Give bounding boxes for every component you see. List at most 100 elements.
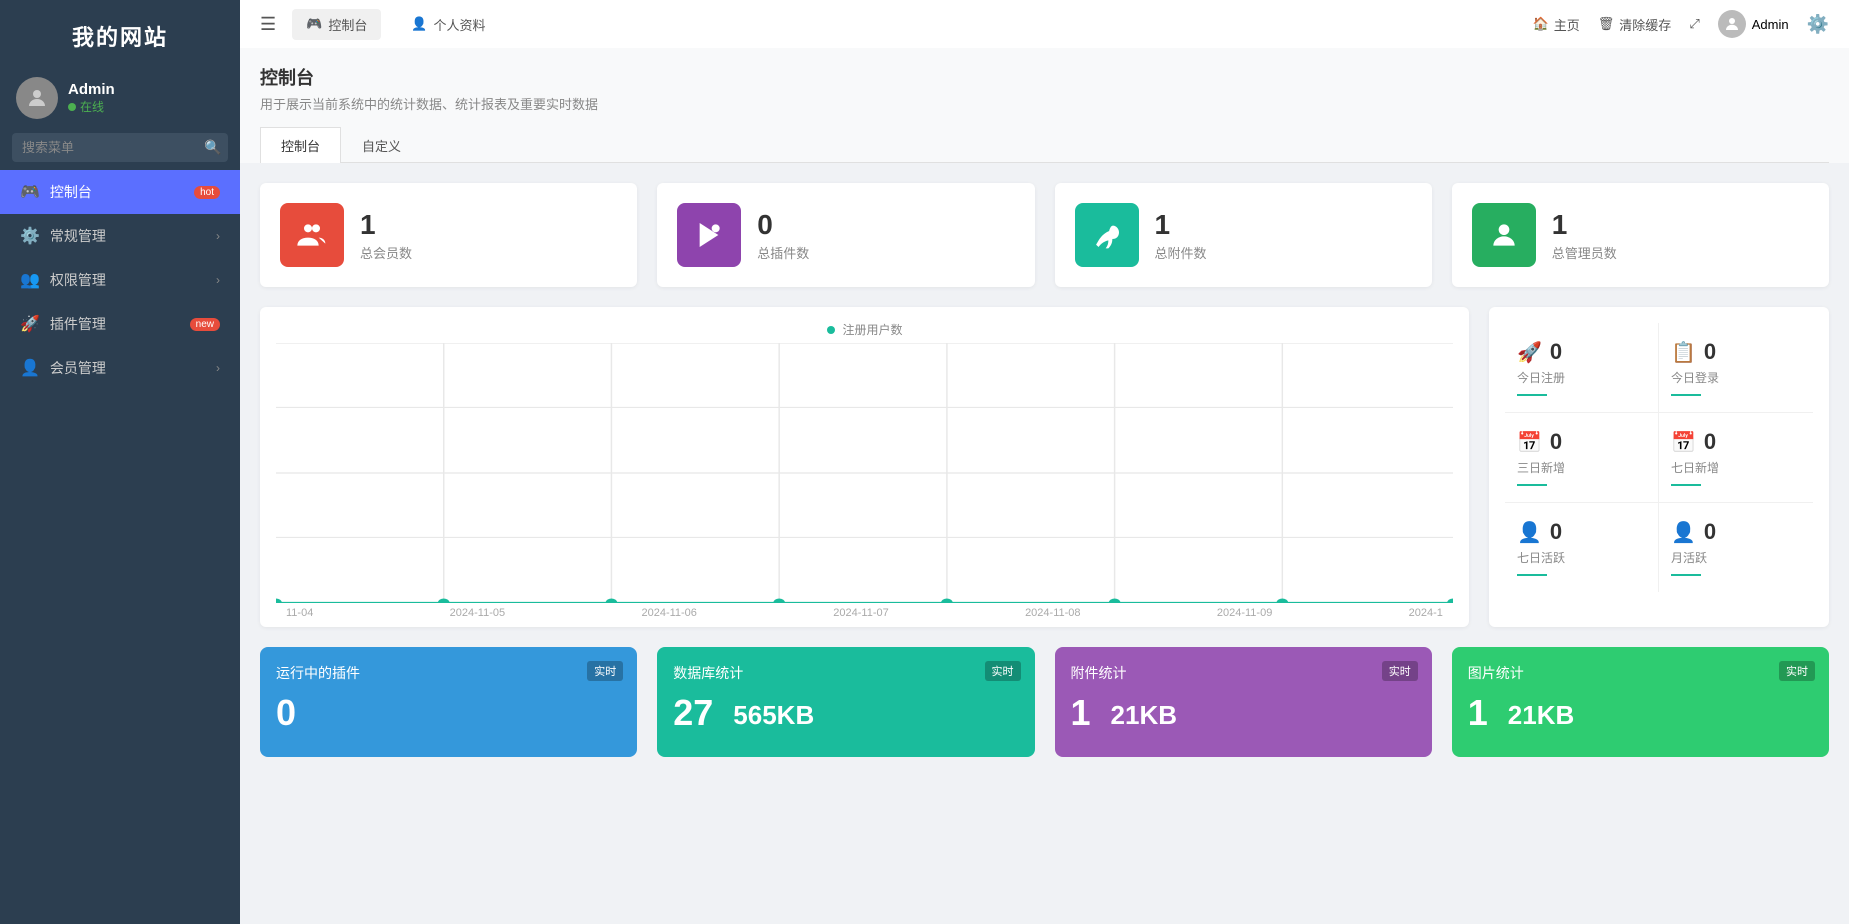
avatar <box>16 77 58 119</box>
images-size: 21KB <box>1508 700 1574 731</box>
home-icon: 🏠 <box>1533 16 1549 32</box>
db-badge: 实时 <box>985 661 1021 681</box>
stat-admins-label: 总管理员数 <box>1552 243 1617 262</box>
images-badge: 实时 <box>1779 661 1815 681</box>
sidebar-item-member[interactable]: 👤 会员管理 › <box>0 346 240 390</box>
attachments-icon <box>1075 203 1139 267</box>
3day-new-label: 三日新增 <box>1517 459 1646 476</box>
stat-members-info: 1 总会员数 <box>360 209 412 262</box>
tab-dashboard-label: 控制台 <box>328 15 367 34</box>
dashboard-badge: hot <box>194 186 220 199</box>
fullscreen-action[interactable]: ⤢ <box>1689 16 1699 32</box>
tab-profile-label: 个人资料 <box>434 15 486 34</box>
plugin-label: 插件管理 <box>50 314 106 334</box>
member-arrow-icon: › <box>216 361 220 375</box>
images-title: 图片统计 <box>1468 663 1813 683</box>
user-stats-panel: 🚀 0 今日注册 📋 0 今日登录 <box>1489 307 1829 627</box>
dashboard-icon: 🎮 <box>20 182 40 202</box>
sidebar-item-permission[interactable]: 👥 权限管理 › <box>0 258 240 302</box>
sidebar-item-plugin[interactable]: 🚀 插件管理 new <box>0 302 240 346</box>
page-title: 控制台 <box>260 64 1829 90</box>
stats-row: 1 总会员数 0 总插件数 1 总附件数 <box>260 183 1829 287</box>
tab-dashboard-icon: 🎮 <box>306 16 322 32</box>
fullscreen-icon: ⤢ <box>1689 16 1699 32</box>
admins-icon <box>1472 203 1536 267</box>
middle-section: 注册用户数 <box>260 307 1829 627</box>
user-info: Admin 在线 <box>68 81 115 115</box>
user-status: 在线 <box>68 98 115 115</box>
7day-active-label: 七日活跃 <box>1517 549 1646 566</box>
settings-icon[interactable]: ⚙️ <box>1807 14 1829 35</box>
page-tab-custom[interactable]: 自定义 <box>341 127 422 163</box>
bottom-card-plugins-running: 运行中的插件 实时 0 <box>260 647 637 757</box>
permission-icon: 👥 <box>20 270 40 290</box>
today-register-label: 今日注册 <box>1517 369 1646 386</box>
stat-plugins-number: 0 <box>757 209 809 241</box>
chart-x-label-3: 2024-11-07 <box>833 607 888 619</box>
members-icon <box>280 203 344 267</box>
stat-attachments-info: 1 总附件数 <box>1155 209 1207 262</box>
status-dot <box>68 103 76 111</box>
user-stats-grid: 🚀 0 今日注册 📋 0 今日登录 <box>1505 323 1813 592</box>
topbar: ☰ 🎮 控制台 👤 个人资料 🏠 主页 🗑 清除缓存 ⤢ <box>240 0 1849 48</box>
chart-area <box>276 343 1453 603</box>
general-icon: ⚙️ <box>20 226 40 246</box>
plugin-icon: 🚀 <box>20 314 40 334</box>
chart-legend-label: 注册用户数 <box>842 321 902 338</box>
db-values: 27 565KB <box>673 695 1018 731</box>
hamburger-icon[interactable]: ☰ <box>260 14 276 35</box>
page-tab-dashboard[interactable]: 控制台 <box>260 127 341 163</box>
home-action[interactable]: 🏠 主页 <box>1533 15 1580 34</box>
stat-card-plugins: 0 总插件数 <box>657 183 1034 287</box>
chart-x-label-2: 2024-11-06 <box>641 607 696 619</box>
3day-new-num: 0 <box>1550 429 1562 455</box>
sidebar-item-general[interactable]: ⚙️ 常规管理 › <box>0 214 240 258</box>
plugin-badge: new <box>190 318 220 331</box>
chart-x-label-1: 2024-11-05 <box>450 607 505 619</box>
today-login-icon: 📋 <box>1671 340 1696 365</box>
user-stat-today-register: 🚀 0 今日注册 <box>1505 323 1659 413</box>
dashboard-label: 控制台 <box>50 182 92 202</box>
today-register-num: 0 <box>1550 339 1562 365</box>
member-label: 会员管理 <box>50 358 106 378</box>
content-area: 控制台 用于展示当前系统中的统计数据、统计报表及重要实时数据 控制台 自定义 1… <box>240 48 1849 924</box>
plugins-icon <box>677 203 741 267</box>
plugins-running-values: 0 <box>276 695 621 731</box>
clear-cache-label: 清除缓存 <box>1619 15 1671 34</box>
clear-cache-action[interactable]: 🗑 清除缓存 <box>1598 15 1672 34</box>
attachments-values: 1 21KB <box>1071 695 1416 731</box>
plugins-running-num: 0 <box>276 695 296 731</box>
monthly-active-num: 0 <box>1704 519 1716 545</box>
permission-label: 权限管理 <box>50 270 106 290</box>
monthly-active-icon: 👤 <box>1671 520 1696 545</box>
db-size: 565KB <box>733 700 814 731</box>
trash-icon: 🗑 <box>1598 16 1615 32</box>
topbar-user[interactable]: Admin <box>1718 10 1789 38</box>
plugins-running-title: 运行中的插件 <box>276 663 621 683</box>
topbar-tab-profile[interactable]: 👤 个人资料 <box>397 9 499 40</box>
bottom-row: 运行中的插件 实时 0 数据库统计 实时 27 565KB 附件统计 实时 <box>260 647 1829 757</box>
sidebar-user: Admin 在线 <box>0 67 240 133</box>
search-input[interactable] <box>22 140 198 155</box>
images-values: 1 21KB <box>1468 695 1813 731</box>
chart-xaxis: 11-04 2024-11-05 2024-11-06 2024-11-07 2… <box>276 607 1453 619</box>
topbar-tab-dashboard[interactable]: 🎮 控制台 <box>292 9 381 40</box>
user-stat-today-login: 📋 0 今日登录 <box>1659 323 1813 413</box>
topbar-avatar <box>1718 10 1746 38</box>
bottom-card-db: 数据库统计 实时 27 565KB <box>657 647 1034 757</box>
7day-active-icon: 👤 <box>1517 520 1542 545</box>
stat-members-number: 1 <box>360 209 412 241</box>
stat-card-attachments: 1 总附件数 <box>1055 183 1432 287</box>
search-box[interactable]: 🔍 <box>12 133 228 162</box>
member-icon: 👤 <box>20 358 40 378</box>
chart-x-label-6: 2024-1 <box>1409 607 1443 619</box>
permission-arrow-icon: › <box>216 273 220 287</box>
user-stat-7day-new: 📅 0 七日新增 <box>1659 413 1813 503</box>
topbar-right: 🏠 主页 🗑 清除缓存 ⤢ Admin ⚙️ <box>1533 10 1829 38</box>
sidebar-item-dashboard[interactable]: 🎮 控制台 hot <box>0 170 240 214</box>
stat-attachments-label: 总附件数 <box>1155 243 1207 262</box>
home-label: 主页 <box>1554 15 1580 34</box>
stat-attachments-number: 1 <box>1155 209 1207 241</box>
stat-admins-info: 1 总管理员数 <box>1552 209 1617 262</box>
main-area: ☰ 🎮 控制台 👤 个人资料 🏠 主页 🗑 清除缓存 ⤢ <box>240 0 1849 924</box>
